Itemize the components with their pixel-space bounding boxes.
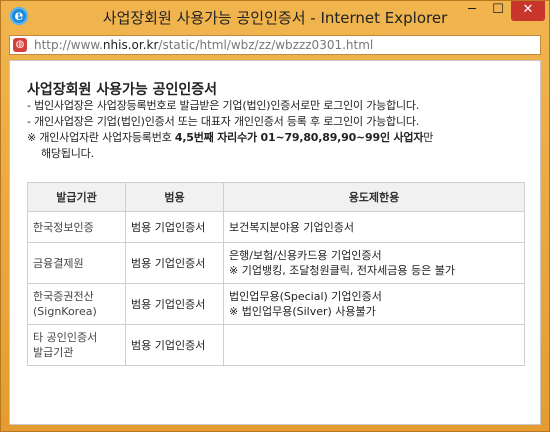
restricted-cell: 법인업무용(Special) 기업인증서 ※ 법인업무용(Silver) 사용불가 (223, 283, 525, 325)
title-bar[interactable]: e 사업장회원 사용가능 공인인증서 - Internet Explorer ─… (1, 1, 549, 31)
restricted-line: 보건복지분야용 기업인증서 (229, 220, 354, 234)
site-shield-icon: ◍ (13, 38, 27, 52)
table-row: 한국정보인증 범용 기업인증서 보건복지분야용 기업인증서 (27, 211, 525, 243)
close-button[interactable]: ✕ (511, 1, 545, 21)
restricted-line: 은행/보험/신용카드용 기업인증서 (229, 249, 382, 262)
restricted-cell: 은행/보험/신용카드용 기업인증서 ※ 기업뱅킹, 조달청원클릭, 전자세금용 등… (223, 242, 525, 284)
restricted-cell: 보건복지분야용 기업인증서 (223, 211, 525, 243)
address-bar[interactable]: ◍ http://www.nhis.or.kr/static/html/wbz/… (9, 35, 541, 55)
table-row: 한국증권전산 (SignKorea) 범용 기업인증서 법인업무용(Special… (27, 283, 525, 325)
table-row: 타 공인인증서발급기관 범용 기업인증서 (27, 324, 525, 366)
note-individual-definition: ※ 개인사업자란 사업자등록번호 4,5번째 자리수가 01~79,80,89,… (27, 130, 533, 146)
restricted-line: ※ 법인업무용(Silver) 사용불가 (229, 305, 376, 318)
column-header-general: 범용 (125, 182, 224, 212)
table-row: 금융결제원 범용 기업인증서 은행/보험/신용카드용 기업인증서 ※ 기업뱅킹, … (27, 242, 525, 284)
general-cell: 범용 기업인증서 (125, 211, 224, 243)
note3-emphasis: 4,5번째 자리수가 01~79,80,89,90~99인 사업자 (174, 131, 424, 144)
issuer-line: 발급기관 (33, 346, 74, 359)
note-corporate: - 법인사업장은 사업장등록번호로 발급받은 기업(법인)인증서로만 로그인이 … (27, 99, 420, 112)
restricted-line: 법인업무용(Special) 기업인증서 (229, 290, 382, 303)
issuer-line: 한국증권전산 (33, 290, 94, 303)
page-title: 사업장회원 사용가능 공인인증서 (27, 82, 218, 98)
url-prefix: http://www. (34, 38, 103, 52)
url-domain: nhis.or.kr (102, 38, 159, 52)
issuer-line: 한국정보인증 (33, 220, 94, 234)
issuer-cell: 한국증권전산 (SignKorea) (27, 283, 126, 325)
address-url[interactable]: http://www.nhis.or.kr/static/html/wbz/zz… (34, 38, 373, 52)
general-cell: 범용 기업인증서 (125, 242, 224, 284)
issuer-line: 금융결제원 (33, 256, 84, 270)
note3-text: ※ 개인사업자란 사업자등록번호 (27, 131, 175, 144)
column-header-issuer: 발급기관 (27, 182, 126, 212)
general-cell: 범용 기업인증서 (125, 324, 224, 366)
maximize-button[interactable]: ☐ (485, 1, 511, 21)
url-path: /static/html/wbz/zz/wbzzz0301.html (158, 38, 374, 52)
minimize-button[interactable]: ─ (459, 1, 485, 21)
browser-window: e 사업장회원 사용가능 공인인증서 - Internet Explorer ─… (0, 0, 550, 432)
note3-suffix: 만 (423, 131, 434, 144)
issuer-cell: 한국정보인증 (27, 211, 126, 243)
note3-continuation: 해당됩니다. (41, 147, 94, 160)
issuer-line: 타 공인인증서 (33, 331, 98, 344)
notes: - 법인사업장은 사업장등록번호로 발급받은 기업(법인)인증서로만 로그인이 … (27, 98, 533, 162)
column-header-restricted: 용도제한용 (223, 182, 525, 212)
issuer-line: (SignKorea) (33, 305, 97, 318)
restricted-line: ※ 기업뱅킹, 조달청원클릭, 전자세금용 등은 불가 (229, 264, 455, 277)
note-individual: - 개인사업장은 기업(법인)인증서 또는 대표자 개인인증서 등록 후 로그인… (27, 115, 420, 128)
restricted-cell (223, 324, 525, 366)
page-content: 사업장회원 사용가능 공인인증서 - 법인사업장은 사업장등록번호로 발급받은 … (9, 60, 541, 425)
issuer-cell: 타 공인인증서발급기관 (27, 324, 126, 366)
table-header-row: 발급기관 범용 용도제한용 (27, 182, 525, 212)
certificate-table: 발급기관 범용 용도제한용 한국정보인증 범용 기업인증서 보건복지분야용 기업… (27, 182, 525, 366)
general-cell: 범용 기업인증서 (125, 283, 224, 325)
issuer-cell: 금융결제원 (27, 242, 126, 284)
